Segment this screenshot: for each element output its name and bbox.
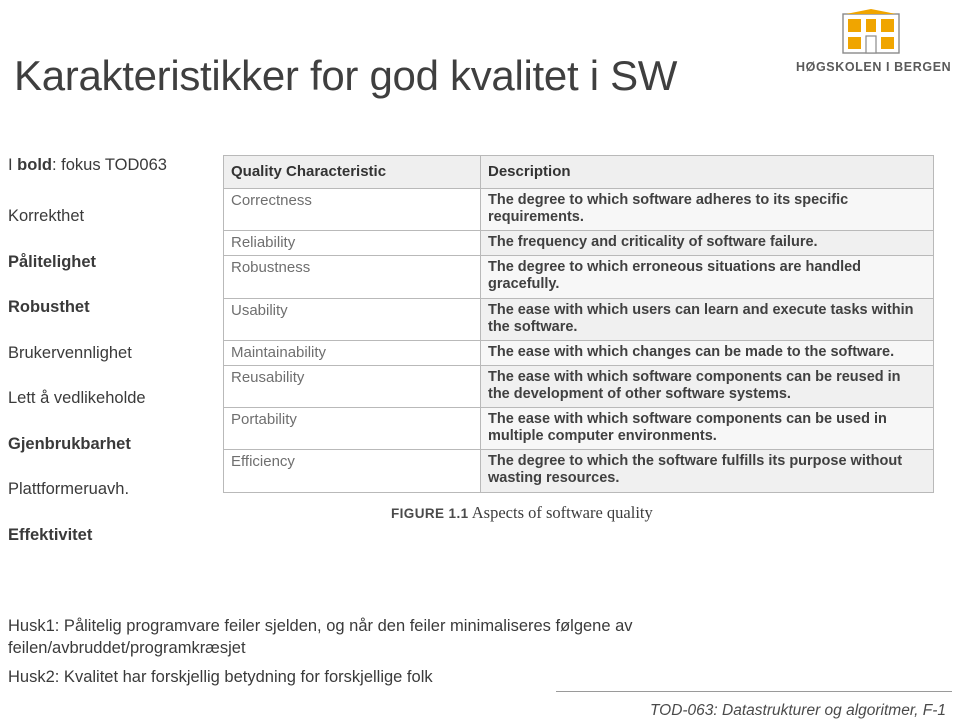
legend-note: I bold: fokus TOD063 bbox=[8, 156, 223, 194]
figure-number: FIGURE 1.1 bbox=[391, 505, 469, 521]
term-label: Pålitelighet bbox=[8, 252, 97, 271]
table-row: Maintainability The ease with which chan… bbox=[223, 339, 934, 366]
column-header-description: Description bbox=[480, 155, 934, 189]
hib-building-logo-icon bbox=[796, 8, 946, 59]
quality-characteristics-table: Quality Characteristic Description Corre… bbox=[223, 155, 934, 493]
cell-characteristic: Portability bbox=[223, 407, 481, 451]
cell-description: The degree to which software adheres to … bbox=[480, 187, 934, 232]
table-row: Efficiency The degree to which the softw… bbox=[223, 449, 934, 493]
term-effektivitet: Effektivitet bbox=[8, 513, 223, 559]
legend-note-text: I bold: fokus TOD063 bbox=[8, 156, 167, 174]
table-row: Reliability The frequency and criticalit… bbox=[223, 230, 934, 257]
institution-logo: HØGSKOLEN I BERGEN bbox=[796, 8, 952, 74]
cell-characteristic: Robustness bbox=[223, 255, 481, 299]
notes-block: Husk1: Pålitelig programvare feiler sjel… bbox=[8, 615, 808, 694]
table-row: Correctness The degree to which software… bbox=[223, 187, 934, 232]
term-lett-a-vedlikeholde: Lett å vedlikeholde bbox=[8, 376, 223, 422]
footer-course-label: TOD-063: Datastrukturer og algoritmer, F… bbox=[649, 702, 946, 719]
term-plattformeruavh: Plattformeruavh. bbox=[8, 467, 223, 513]
cell-description: The frequency and criticality of softwar… bbox=[480, 230, 934, 257]
footer-divider bbox=[556, 691, 952, 692]
figure-caption: FIGURE 1.1 Aspects of software quality bbox=[223, 503, 933, 523]
table-header-row: Quality Characteristic Description bbox=[223, 155, 934, 189]
cell-characteristic: Usability bbox=[223, 297, 481, 341]
term-gjenbrukbarhet: Gjenbrukbarhet bbox=[8, 422, 223, 468]
cell-description: The ease with which users can learn and … bbox=[480, 297, 934, 341]
norwegian-terms-list: I bold: fokus TOD063 Korrekthet Påliteli… bbox=[8, 156, 223, 558]
software-quality-figure: Quality Characteristic Description Corre… bbox=[223, 155, 934, 523]
table-row: Portability The ease with which software… bbox=[223, 407, 934, 451]
note-husk1: Husk1: Pålitelig programvare feiler sjel… bbox=[8, 617, 633, 658]
term-robusthet: Robusthet bbox=[8, 285, 223, 331]
term-korrekthet: Korrekthet bbox=[8, 194, 223, 240]
cell-description: The ease with which software components … bbox=[480, 364, 934, 409]
cell-characteristic: Reusability bbox=[223, 364, 481, 409]
cell-characteristic: Reliability bbox=[223, 230, 481, 257]
term-label: Plattformeruavh. bbox=[8, 480, 130, 499]
table-row: Reusability The ease with which software… bbox=[223, 364, 934, 409]
table-row: Robustness The degree to which erroneous… bbox=[223, 255, 934, 299]
note-husk2: Husk2: Kvalitet har forskjellig betydnin… bbox=[8, 667, 433, 686]
cell-characteristic: Efficiency bbox=[223, 449, 481, 493]
cell-characteristic: Correctness bbox=[223, 187, 481, 232]
cell-description: The degree to which the software fulfill… bbox=[480, 449, 934, 493]
cell-description: The ease with which software components … bbox=[480, 407, 934, 451]
term-brukervennlighet: Brukervennlighet bbox=[8, 331, 223, 377]
term-label: Gjenbrukbarhet bbox=[8, 434, 131, 453]
cell-description: The ease with which changes can be made … bbox=[480, 339, 934, 366]
term-palitelighet: Pålitelighet bbox=[8, 240, 223, 286]
cell-description: The degree to which erroneous situations… bbox=[480, 255, 934, 299]
term-label: Effektivitet bbox=[8, 525, 93, 544]
figure-caption-text: Aspects of software quality bbox=[471, 502, 653, 522]
institution-logo-text: HØGSKOLEN I BERGEN bbox=[796, 60, 952, 74]
term-label: Lett å vedlikeholde bbox=[8, 389, 146, 408]
page-title: Karakteristikker for god kvalitet i SW bbox=[14, 52, 678, 99]
table-row: Usability The ease with which users can … bbox=[223, 297, 934, 341]
term-label: Robusthet bbox=[8, 298, 90, 317]
cell-characteristic: Maintainability bbox=[223, 339, 481, 366]
term-label: Brukervennlighet bbox=[8, 343, 132, 362]
column-header-characteristic: Quality Characteristic bbox=[223, 155, 481, 189]
term-label: Korrekthet bbox=[8, 207, 85, 226]
